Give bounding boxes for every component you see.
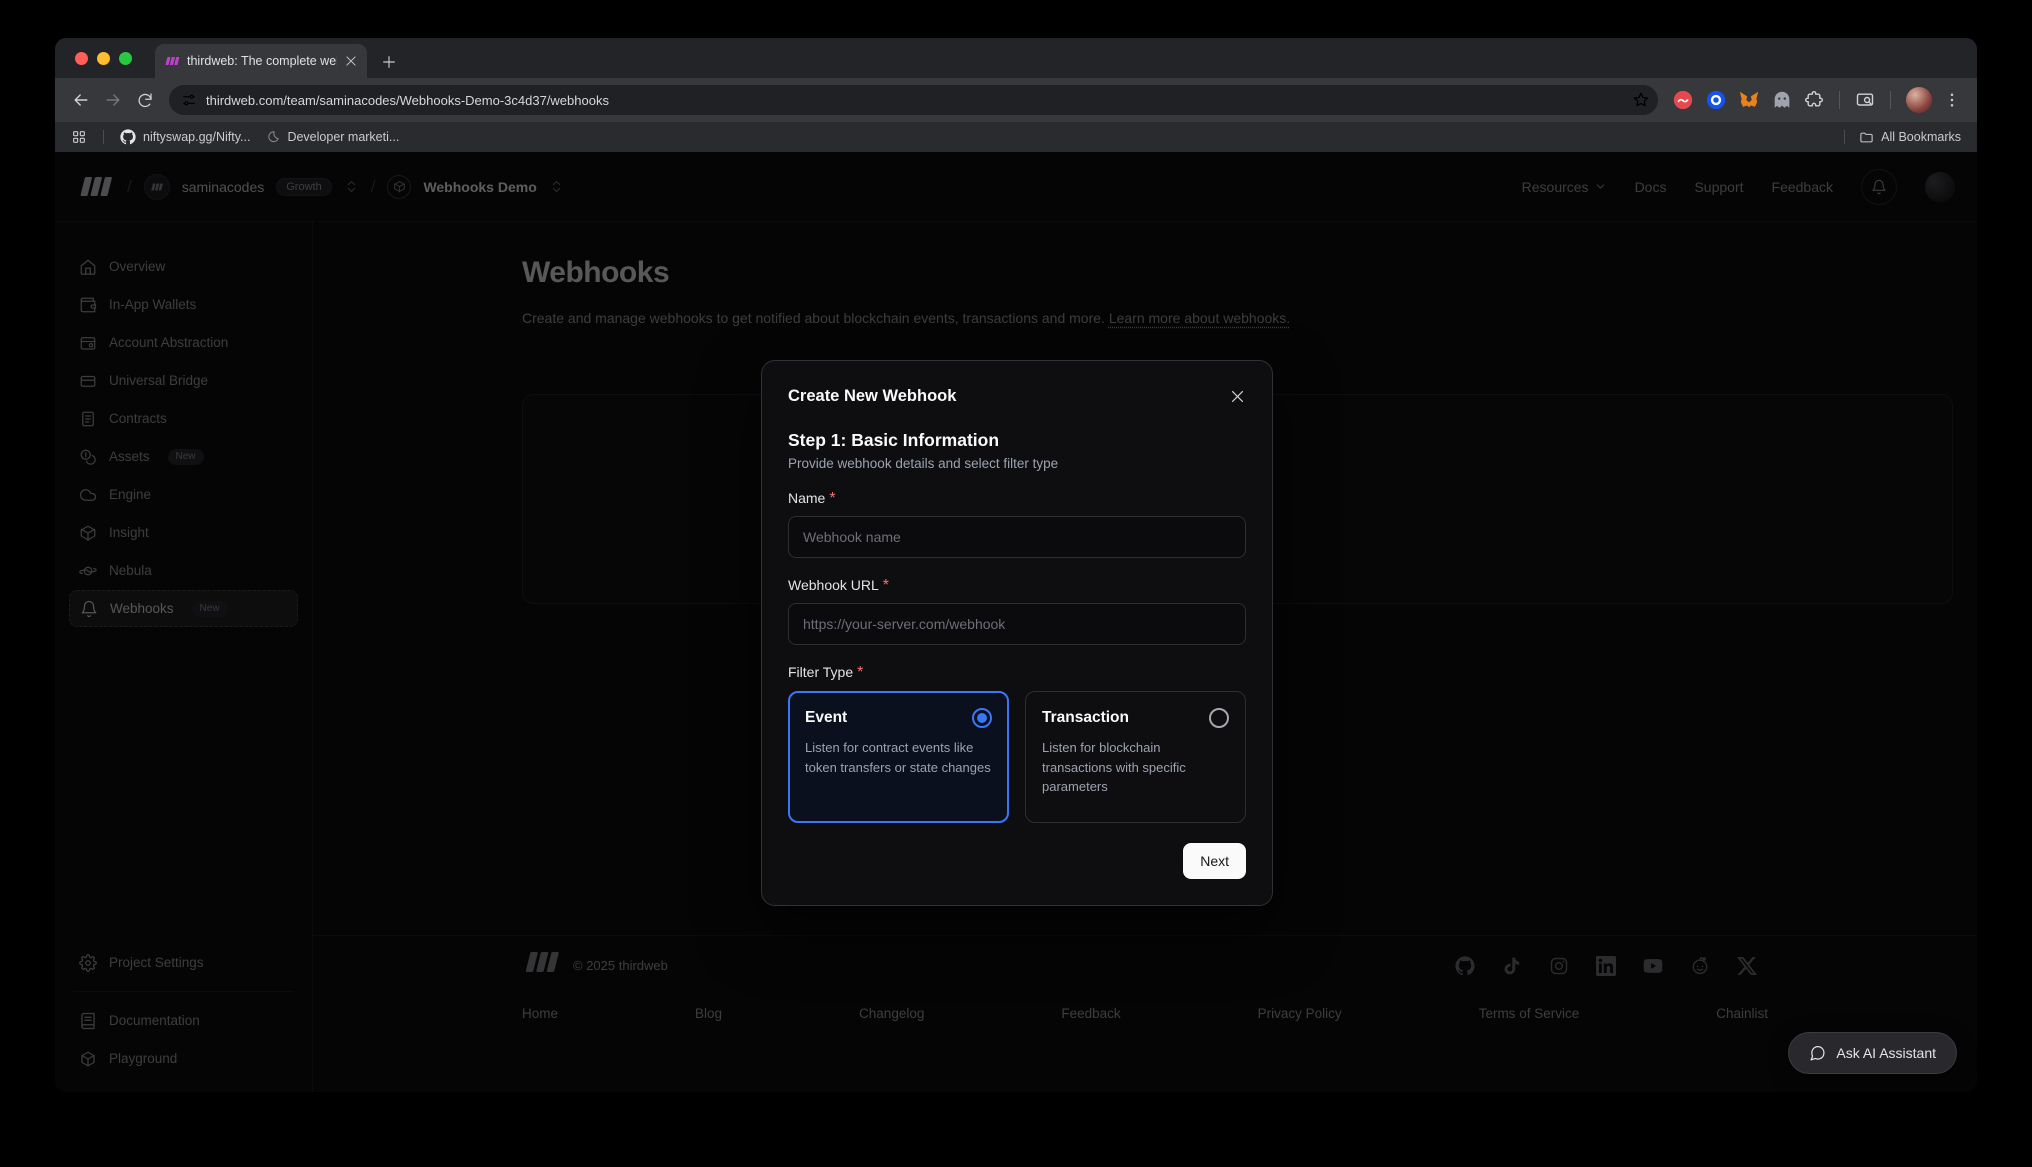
redstone-extension-icon[interactable] bbox=[1672, 89, 1694, 111]
name-label: Name bbox=[788, 490, 825, 506]
folder-icon bbox=[1859, 130, 1874, 145]
option-title: Event bbox=[805, 709, 847, 727]
create-webhook-modal: Create New Webhook Step 1: Basic Informa… bbox=[761, 360, 1273, 906]
tab-title: thirdweb: The complete web3 bbox=[187, 54, 337, 68]
extensions-row bbox=[1672, 87, 1961, 113]
bookmark-label: niftyswap.gg/Nifty... bbox=[143, 130, 250, 144]
url-text: thirdweb.com/team/saminacodes/Webhooks-D… bbox=[206, 93, 1623, 108]
toolbar-divider bbox=[1839, 91, 1840, 109]
ask-ai-assistant-button[interactable]: Ask AI Assistant bbox=[1788, 1032, 1957, 1074]
bookmarks-bar: niftyswap.gg/Nifty... Developer marketi.… bbox=[55, 122, 1977, 152]
all-bookmarks-label: All Bookmarks bbox=[1881, 130, 1961, 144]
forward-button[interactable] bbox=[97, 84, 129, 116]
filter-option-event[interactable]: Event Listen for contract events like to… bbox=[788, 691, 1009, 823]
crescent-favicon bbox=[266, 130, 280, 144]
browser-window: thirdweb: The complete web3 thirdweb.com… bbox=[55, 38, 1977, 1092]
github-favicon bbox=[120, 129, 136, 145]
filter-option-transaction[interactable]: Transaction Listen for blockchain transa… bbox=[1025, 691, 1246, 823]
radio-unselected-icon[interactable] bbox=[1209, 708, 1229, 728]
url-label: Webhook URL bbox=[788, 577, 879, 593]
bookmark-star-icon[interactable] bbox=[1632, 91, 1650, 109]
browser-tab[interactable]: thirdweb: The complete web3 bbox=[155, 44, 367, 78]
bookmarks-divider bbox=[1844, 130, 1845, 144]
tab-close-icon[interactable] bbox=[344, 54, 358, 68]
option-title: Transaction bbox=[1042, 709, 1129, 727]
bookmark-item-developer-marketing[interactable]: Developer marketi... bbox=[266, 130, 399, 144]
bookmarks-divider bbox=[103, 130, 104, 144]
option-description: Listen for contract events like token tr… bbox=[805, 738, 992, 777]
step-subtitle: Provide webhook details and select filte… bbox=[788, 456, 1246, 471]
ask-ai-assistant-label: Ask AI Assistant bbox=[1836, 1045, 1936, 1061]
thirdweb-dashboard-page: / saminacodes Growth / Webhooks Demo Res… bbox=[55, 152, 1977, 1092]
step-title: Step 1: Basic Information bbox=[788, 430, 1246, 451]
inspect-panel-icon[interactable] bbox=[1855, 90, 1875, 110]
address-bar[interactable]: thirdweb.com/team/saminacodes/Webhooks-D… bbox=[169, 85, 1658, 115]
reload-button[interactable] bbox=[129, 84, 161, 116]
browser-menu-icon[interactable] bbox=[1943, 91, 1961, 109]
webhook-name-input[interactable] bbox=[788, 516, 1246, 558]
filter-type-group: Filter Type* Event Listen for contract e… bbox=[788, 664, 1246, 823]
required-marker: * bbox=[829, 490, 835, 507]
radio-selected-icon[interactable] bbox=[972, 708, 992, 728]
coinbase-wallet-extension-icon[interactable] bbox=[1705, 89, 1727, 111]
chat-bubble-icon bbox=[1809, 1045, 1826, 1062]
webhook-url-input[interactable] bbox=[788, 603, 1246, 645]
name-field-group: Name* bbox=[788, 490, 1246, 558]
extensions-puzzle-icon[interactable] bbox=[1804, 90, 1824, 110]
close-window-button[interactable] bbox=[75, 52, 88, 65]
url-field-group: Webhook URL* bbox=[788, 577, 1246, 645]
toolbar-divider bbox=[1890, 91, 1891, 109]
apps-grid-icon[interactable] bbox=[71, 129, 87, 145]
new-tab-button[interactable] bbox=[381, 54, 397, 70]
required-marker: * bbox=[857, 664, 863, 681]
minimize-window-button[interactable] bbox=[97, 52, 110, 65]
phantom-extension-icon[interactable] bbox=[1771, 89, 1793, 111]
browser-toolbar: thirdweb.com/team/saminacodes/Webhooks-D… bbox=[55, 78, 1977, 122]
option-description: Listen for blockchain transactions with … bbox=[1042, 738, 1229, 797]
bookmark-item-niftyswap[interactable]: niftyswap.gg/Nifty... bbox=[120, 129, 250, 145]
modal-title: Create New Webhook bbox=[788, 387, 956, 406]
tab-strip: thirdweb: The complete web3 bbox=[55, 38, 1977, 78]
browser-profile-avatar[interactable] bbox=[1906, 87, 1932, 113]
next-button[interactable]: Next bbox=[1183, 843, 1246, 879]
thirdweb-favicon bbox=[164, 53, 180, 69]
all-bookmarks-button[interactable]: All Bookmarks bbox=[1859, 130, 1961, 145]
modal-close-icon[interactable] bbox=[1229, 388, 1246, 405]
window-controls bbox=[75, 52, 132, 65]
site-controls-icon[interactable] bbox=[181, 92, 197, 108]
back-button[interactable] bbox=[65, 84, 97, 116]
required-marker: * bbox=[883, 577, 889, 594]
zoom-window-button[interactable] bbox=[119, 52, 132, 65]
metamask-extension-icon[interactable] bbox=[1738, 89, 1760, 111]
bookmark-label: Developer marketi... bbox=[287, 130, 399, 144]
filter-type-label: Filter Type bbox=[788, 664, 853, 680]
